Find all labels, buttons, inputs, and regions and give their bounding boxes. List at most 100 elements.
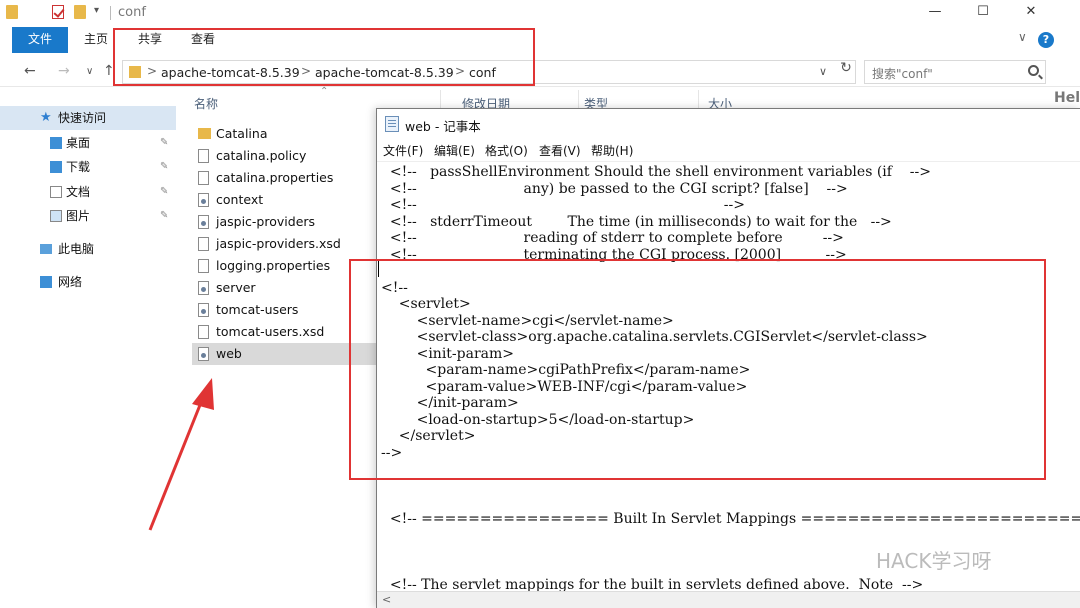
xml-file-icon bbox=[198, 215, 209, 229]
minimize-button[interactable]: — bbox=[912, 0, 958, 26]
code-line: <!-- The servlet mappings for the built … bbox=[381, 576, 924, 592]
title-divider bbox=[110, 6, 111, 20]
annotation-box-servlet bbox=[349, 259, 1046, 480]
address-dropdown-icon[interactable]: ∨ bbox=[819, 65, 827, 78]
network-icon bbox=[40, 276, 52, 288]
document-icon bbox=[50, 186, 62, 198]
file-name: server bbox=[216, 280, 256, 295]
file-row-catalina-properties[interactable]: catalina.properties bbox=[192, 167, 376, 189]
code-line: <!-- stderrTimeout The time (in millisec… bbox=[381, 213, 892, 230]
notepad-title: web - 记事本 bbox=[405, 119, 481, 134]
close-button[interactable]: ✕ bbox=[1008, 0, 1054, 26]
file-row-catalina-policy[interactable]: catalina.policy bbox=[192, 145, 376, 167]
file-row-context[interactable]: context bbox=[192, 189, 376, 211]
file-name: web bbox=[216, 346, 242, 361]
xml-file-icon bbox=[198, 281, 209, 295]
file-name: Catalina bbox=[216, 126, 268, 141]
sidebar-item-quick-access[interactable]: ★ 快速访问 bbox=[0, 106, 176, 130]
file-name: logging.properties bbox=[216, 258, 331, 273]
annotation-box-path bbox=[113, 28, 535, 86]
code-line: <!-- reading of stderr to complete befor… bbox=[381, 230, 844, 246]
help-icon[interactable]: ? bbox=[1038, 32, 1054, 48]
sidebar-item-label: 桌面 bbox=[66, 136, 91, 150]
file-row-catalina[interactable]: Catalina bbox=[192, 123, 376, 145]
sidebar-item-label: 快速访问 bbox=[58, 111, 107, 125]
quick-access-dropdown-icon[interactable]: ▾ bbox=[94, 5, 99, 16]
scroll-left-icon[interactable]: < bbox=[382, 593, 391, 606]
new-folder-icon[interactable] bbox=[74, 5, 86, 19]
file-name: catalina.policy bbox=[216, 148, 307, 163]
sidebar-item-documents[interactable]: 文档 ✎ bbox=[0, 180, 176, 204]
maximize-button[interactable]: ☐ bbox=[960, 0, 1006, 26]
refresh-icon[interactable]: ↻ bbox=[836, 60, 856, 82]
pin-icon: ✎ bbox=[160, 161, 169, 172]
back-icon[interactable]: ← bbox=[24, 63, 36, 79]
file-icon bbox=[198, 325, 209, 339]
forward-icon[interactable]: → bbox=[58, 63, 70, 79]
menu-format[interactable]: 格式(O) bbox=[485, 142, 528, 159]
tab-file[interactable]: 文件 bbox=[12, 27, 68, 53]
sidebar-item-label: 图片 bbox=[66, 209, 91, 223]
folder-icon bbox=[198, 128, 211, 139]
file-name: tomcat-users bbox=[216, 302, 299, 317]
xml-file-icon bbox=[198, 193, 209, 207]
sidebar-item-desktop[interactable]: 桌面 ✎ bbox=[0, 131, 176, 155]
notepad-titlebar: web - 记事本 bbox=[377, 109, 1080, 139]
pin-icon: ✎ bbox=[160, 137, 169, 148]
properties-icon[interactable] bbox=[52, 5, 64, 19]
window-title: conf bbox=[118, 5, 146, 20]
menu-edit[interactable]: 编辑(E) bbox=[434, 142, 475, 159]
column-name[interactable]: 名称 bbox=[194, 95, 218, 112]
file-icon bbox=[198, 259, 209, 273]
xml-file-icon bbox=[198, 303, 209, 317]
code-line: <!-- --> bbox=[381, 197, 745, 213]
search-box[interactable]: 搜索"conf" bbox=[864, 60, 1046, 84]
file-name: tomcat-users.xsd bbox=[216, 324, 325, 339]
file-icon bbox=[198, 149, 209, 163]
menu-view[interactable]: 查看(V) bbox=[539, 142, 581, 159]
code-line: <!-- passShellEnvironment Should the she… bbox=[381, 164, 931, 180]
sidebar-item-label: 网络 bbox=[58, 275, 83, 289]
sidebar-item-label: 文档 bbox=[66, 185, 91, 199]
tab-home[interactable]: 主页 bbox=[84, 27, 108, 53]
desktop-icon bbox=[50, 137, 62, 149]
search-icon bbox=[1028, 65, 1039, 76]
file-name: catalina.properties bbox=[216, 170, 334, 185]
sidebar-item-this-pc[interactable]: 此电脑 bbox=[0, 237, 176, 261]
recent-locations-icon[interactable]: ∨ bbox=[86, 66, 93, 77]
code-line: <!-- ================ Built In Servlet M… bbox=[381, 510, 1080, 527]
explorer-titlebar: ▾ conf — ☐ ✕ bbox=[0, 0, 1080, 26]
folder-icon bbox=[6, 5, 18, 19]
search-placeholder: 搜索"conf" bbox=[872, 67, 933, 81]
sort-ascending-icon: ⌃ bbox=[320, 86, 329, 97]
menu-file[interactable]: 文件(F) bbox=[383, 142, 423, 159]
annotation-arrow bbox=[148, 378, 214, 531]
file-name: jaspic-providers.xsd bbox=[216, 236, 341, 251]
sidebar-item-label: 下载 bbox=[66, 160, 91, 174]
computer-icon bbox=[40, 244, 52, 254]
star-icon: ★ bbox=[40, 110, 52, 125]
sidebar-item-label: 此电脑 bbox=[58, 242, 95, 256]
picture-icon bbox=[50, 210, 62, 222]
download-icon bbox=[50, 161, 62, 173]
ribbon-expand-icon[interactable]: ∨ bbox=[1018, 30, 1027, 44]
file-name: jaspic-providers bbox=[216, 214, 316, 229]
horizontal-scrollbar[interactable]: < bbox=[377, 591, 1080, 608]
file-icon bbox=[198, 237, 209, 251]
sidebar-item-network[interactable]: 网络 bbox=[0, 270, 176, 294]
notepad-menubar: 文件(F) 编辑(E) 格式(O) 查看(V) 帮助(H) bbox=[377, 139, 1080, 161]
watermark: HACK学习呀 bbox=[876, 549, 992, 573]
code-line: <!-- any) be passed to the CGI script? [… bbox=[381, 180, 848, 197]
file-row-jaspic-providers-xsd[interactable]: jaspic-providers.xsd bbox=[192, 233, 376, 255]
sidebar-item-downloads[interactable]: 下载 ✎ bbox=[0, 155, 176, 179]
file-row-jaspic-providers[interactable]: jaspic-providers bbox=[192, 211, 376, 233]
file-icon bbox=[198, 171, 209, 185]
pin-icon: ✎ bbox=[160, 210, 169, 221]
xml-file-icon bbox=[198, 347, 209, 361]
sidebar-item-pictures[interactable]: 图片 ✎ bbox=[0, 204, 176, 228]
notepad-icon bbox=[385, 116, 399, 132]
file-name: context bbox=[216, 192, 264, 207]
menu-help[interactable]: 帮助(H) bbox=[591, 142, 633, 159]
